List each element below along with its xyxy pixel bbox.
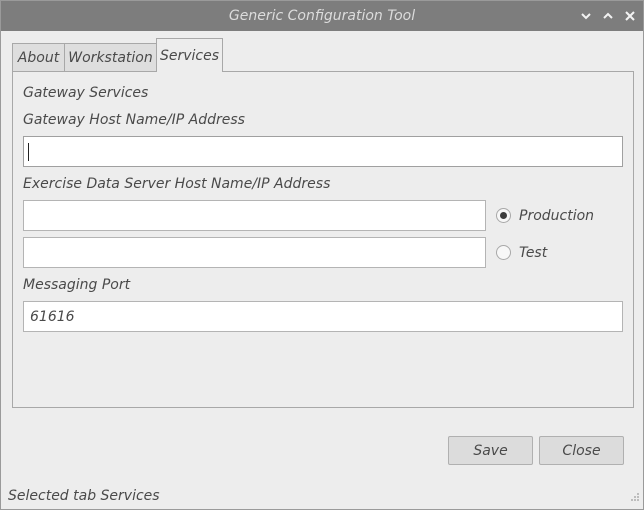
test-server-input[interactable] [23, 237, 486, 268]
messaging-port-label: Messaging Port [23, 277, 131, 293]
messaging-port-value: 61616 [30, 308, 75, 325]
close-icon[interactable] [621, 7, 639, 25]
section-title: Gateway Services [23, 85, 149, 101]
services-panel: Gateway Services Gateway Host Name/IP Ad… [12, 71, 634, 408]
exercise-server-label: Exercise Data Server Host Name/IP Addres… [23, 176, 331, 192]
test-radio-label[interactable]: Test [519, 245, 547, 261]
maximize-icon[interactable] [599, 7, 617, 25]
minimize-icon[interactable] [577, 7, 595, 25]
gateway-label: Gateway Host Name/IP Address [23, 112, 245, 128]
tab-about[interactable]: About [12, 43, 65, 71]
production-radio[interactable] [496, 208, 511, 223]
test-radio[interactable] [496, 245, 511, 260]
messaging-port-input[interactable]: 61616 [23, 301, 623, 332]
resize-grip-icon[interactable] [630, 487, 640, 506]
title-bar[interactable]: Generic Configuration Tool [1, 1, 643, 31]
tab-services[interactable]: Services [156, 38, 223, 72]
close-button[interactable]: Close [539, 436, 624, 465]
window-title: Generic Configuration Tool [228, 8, 416, 24]
status-bar-text: Selected tab Services [8, 488, 160, 504]
production-radio-label[interactable]: Production [519, 208, 594, 224]
tab-workstation[interactable]: Workstation [64, 43, 157, 71]
config-window: Generic Configuration Tool About Worksta… [0, 0, 644, 510]
save-button[interactable]: Save [448, 436, 533, 465]
text-cursor [28, 142, 29, 161]
gateway-host-input[interactable] [23, 136, 623, 167]
production-server-input[interactable] [23, 200, 486, 231]
